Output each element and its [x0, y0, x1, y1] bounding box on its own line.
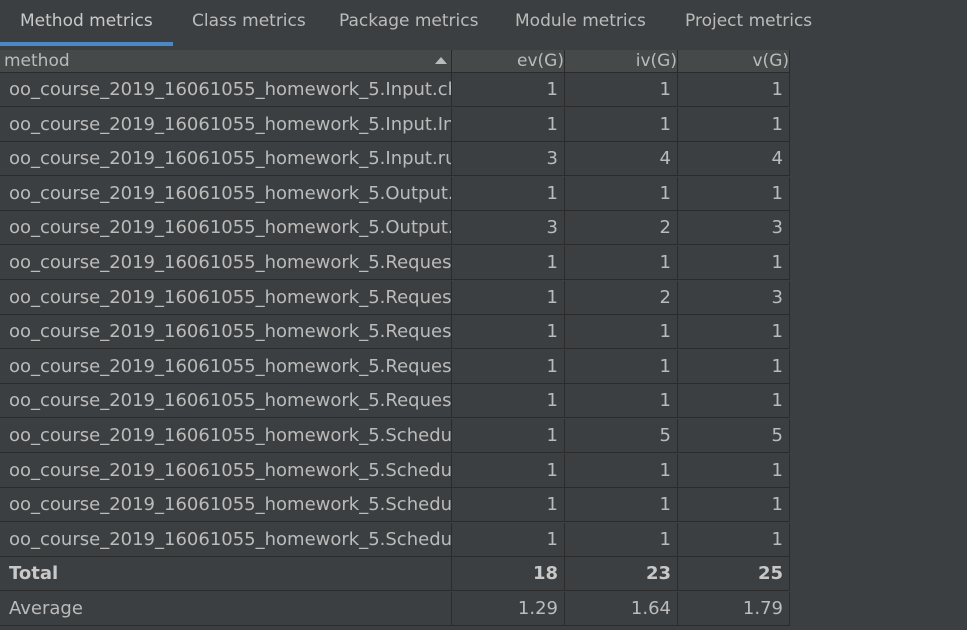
column-header-iv[interactable]: iv(G)	[565, 50, 678, 72]
table-row[interactable]: oo_course_2019_16061055_homework_5.Reque…	[0, 349, 790, 384]
iv-cell: 1	[565, 453, 678, 487]
iv-cell: 1	[565, 384, 678, 418]
iv-cell: 5	[565, 419, 678, 452]
v-cell: 1	[678, 176, 790, 210]
iv-cell: 2	[565, 211, 678, 245]
method-cell: oo_course_2019_16061055_homework_5.Reque…	[0, 384, 452, 418]
method-cell: oo_course_2019_16061055_homework_5.Reque…	[0, 349, 452, 383]
iv-cell: 1	[565, 246, 678, 279]
method-cell: oo_course_2019_16061055_homework_5.Reque…	[0, 280, 452, 314]
v-cell: 1	[678, 107, 790, 141]
ev-cell: 18	[452, 557, 565, 591]
ev-cell: 1	[452, 522, 565, 556]
method-cell: oo_course_2019_16061055_homework_5.Sched…	[0, 488, 452, 522]
ev-cell: 1	[452, 246, 565, 279]
iv-cell: 4	[565, 142, 678, 176]
ev-cell: 1	[452, 384, 565, 418]
table-row[interactable]: oo_course_2019_16061055_homework_5.Sched…	[0, 522, 790, 557]
table-row[interactable]: oo_course_2019_16061055_homework_5.Sched…	[0, 488, 790, 523]
ev-cell: 1	[452, 73, 565, 106]
ev-cell: 1	[452, 176, 565, 210]
table-row[interactable]: oo_course_2019_16061055_homework_5.Sched…	[0, 453, 790, 488]
table-row[interactable]: oo_course_2019_16061055_homework_5.Reque…	[0, 384, 790, 419]
total-row[interactable]: Total 18 23 25	[0, 557, 790, 592]
column-header-method[interactable]: method	[0, 50, 452, 72]
ev-cell: 3	[452, 211, 565, 245]
v-cell: 3	[678, 211, 790, 245]
method-cell: oo_course_2019_16061055_homework_5.Outpu…	[0, 211, 452, 245]
v-cell: 1	[678, 488, 790, 522]
v-cell: 25	[678, 557, 790, 591]
v-cell: 1	[678, 315, 790, 349]
v-cell: 1	[678, 522, 790, 556]
method-cell: oo_course_2019_16061055_homework_5.Sched…	[0, 419, 452, 452]
table-row[interactable]: oo_course_2019_16061055_homework_5.Reque…	[0, 315, 790, 350]
column-header-v[interactable]: v(G)	[678, 50, 790, 72]
ev-cell: 1	[452, 107, 565, 141]
method-cell: oo_course_2019_16061055_homework_5.Sched…	[0, 453, 452, 487]
ev-cell: 1	[452, 280, 565, 314]
sort-ascending-icon	[435, 57, 447, 64]
ev-cell: 1.29	[452, 592, 565, 625]
average-row[interactable]: Average 1.29 1.64 1.79	[0, 592, 790, 626]
table-row[interactable]: oo_course_2019_16061055_homework_5.Reque…	[0, 280, 790, 315]
v-cell: 5	[678, 419, 790, 452]
v-cell: 1	[678, 349, 790, 383]
iv-cell: 1	[565, 107, 678, 141]
iv-cell: 1	[565, 349, 678, 383]
method-cell: oo_course_2019_16061055_homework_5.Reque…	[0, 246, 452, 279]
v-cell: 1.79	[678, 592, 790, 625]
iv-cell: 1	[565, 176, 678, 210]
method-cell: oo_course_2019_16061055_homework_5.Outpu…	[0, 176, 452, 210]
v-cell: 3	[678, 280, 790, 314]
table-row[interactable]: oo_course_2019_16061055_homework_5.Input…	[0, 142, 790, 177]
tab-method-metrics[interactable]: Method metrics	[20, 0, 153, 43]
table-row[interactable]: oo_course_2019_16061055_homework_5.Sched…	[0, 419, 790, 453]
v-cell: 4	[678, 142, 790, 176]
method-cell: oo_course_2019_16061055_homework_5.Reque…	[0, 315, 452, 349]
iv-cell: 1.64	[565, 592, 678, 625]
table-row[interactable]: oo_course_2019_16061055_homework_5.Outpu…	[0, 211, 790, 246]
table-row[interactable]: oo_course_2019_16061055_homework_5.Input…	[0, 107, 790, 142]
table-row[interactable]: oo_course_2019_16061055_homework_5.Input…	[0, 73, 790, 107]
tab-module-metrics[interactable]: Module metrics	[515, 0, 646, 43]
ev-cell: 1	[452, 453, 565, 487]
v-cell: 1	[678, 384, 790, 418]
table-row[interactable]: oo_course_2019_16061055_homework_5.Reque…	[0, 246, 790, 280]
method-cell: oo_course_2019_16061055_homework_5.Input…	[0, 142, 452, 176]
method-cell: Average	[0, 592, 452, 625]
ev-cell: 1	[452, 419, 565, 452]
method-cell: Total	[0, 557, 452, 591]
method-cell: oo_course_2019_16061055_homework_5.Sched…	[0, 522, 452, 556]
iv-cell: 2	[565, 280, 678, 314]
iv-cell: 1	[565, 522, 678, 556]
method-cell: oo_course_2019_16061055_homework_5.Input…	[0, 107, 452, 141]
column-header-ev[interactable]: ev(G)	[452, 50, 565, 72]
iv-cell: 1	[565, 488, 678, 522]
ev-cell: 1	[452, 488, 565, 522]
tab-class-metrics[interactable]: Class metrics	[192, 0, 306, 43]
ev-cell: 3	[452, 142, 565, 176]
active-tab-indicator	[0, 42, 173, 46]
tab-package-metrics[interactable]: Package metrics	[339, 0, 478, 43]
tab-project-metrics[interactable]: Project metrics	[685, 0, 812, 43]
table-header: method ev(G) iv(G) v(G)	[0, 50, 790, 73]
iv-cell: 23	[565, 557, 678, 591]
v-cell: 1	[678, 453, 790, 487]
column-header-method-label: method	[4, 51, 70, 71]
metrics-tab-bar: Method metrics Class metrics Package met…	[0, 0, 967, 46]
table-row[interactable]: oo_course_2019_16061055_homework_5.Outpu…	[0, 176, 790, 211]
v-cell: 1	[678, 246, 790, 279]
ev-cell: 1	[452, 349, 565, 383]
v-cell: 1	[678, 73, 790, 106]
iv-cell: 1	[565, 315, 678, 349]
method-cell: oo_course_2019_16061055_homework_5.Input…	[0, 73, 452, 106]
iv-cell: 1	[565, 73, 678, 106]
ev-cell: 1	[452, 315, 565, 349]
